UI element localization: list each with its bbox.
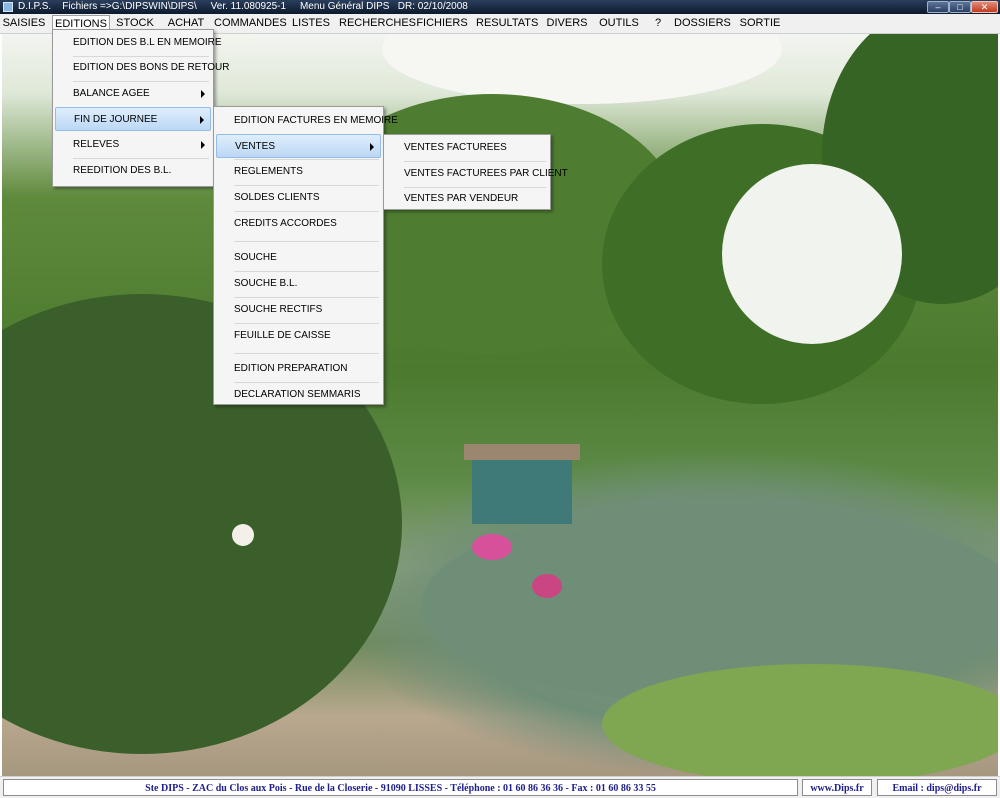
menu-item-fin-de-journee[interactable]: FIN DE JOURNEE [55, 107, 211, 131]
white-rose [232, 524, 254, 546]
menu-item-edition-bons-retour[interactable]: EDITION DES BONS DE RETOUR [55, 56, 230, 80]
menu-sortie[interactable]: SORTIE [738, 15, 782, 32]
menu-item-souche[interactable]: SOUCHE [216, 246, 381, 270]
menu-separator [234, 241, 379, 242]
window-title: D.I.P.S. Fichiers =>G:\DIPSWIN\DIPS\ Ver… [18, 1, 468, 12]
pink-flowers [472, 534, 512, 560]
menu-item-label: RELEVES [73, 139, 120, 150]
menu-item-souche-bl[interactable]: SOUCHE B.L. [216, 272, 381, 296]
menu-item-label: VENTES [235, 141, 276, 152]
menu-divers[interactable]: DIVERS [546, 15, 588, 32]
menu-outils[interactable]: OUTILS [598, 15, 640, 32]
menu-fichiers[interactable]: FICHIERS [416, 15, 468, 32]
menu-item-label: FIN DE JOURNEE [74, 114, 158, 125]
minimize-button[interactable]: – [927, 1, 949, 13]
submenu-arrow-icon [370, 143, 374, 151]
website-link[interactable]: www.Dips.fr [802, 779, 872, 796]
menu-item-feuille-de-caisse[interactable]: FEUILLE DE CAISSE [216, 324, 381, 348]
editions-menu: EDITION DES B.L EN MEMOIRE EDITION DES B… [52, 29, 230, 187]
menu-item-reedition-bl[interactable]: REEDITION DES B.L. [55, 159, 211, 183]
title-bar: D.I.P.S. Fichiers =>G:\DIPSWIN\DIPS\ Ver… [0, 0, 1000, 14]
menu-item-releves[interactable]: RELEVES [55, 133, 211, 157]
menu-item-credits-accordes[interactable]: CREDITS ACCORDES [216, 212, 381, 236]
menu-recherches[interactable]: RECHERCHES [339, 15, 416, 32]
menu-item-ventes[interactable]: VENTES [216, 134, 381, 158]
menu-listes[interactable]: LISTES [290, 15, 332, 32]
menu-item-balance-agee[interactable]: BALANCE AGEE [55, 82, 211, 106]
submenu-arrow-icon [201, 141, 205, 149]
duck-house-roof [464, 444, 580, 460]
submenu-arrow-icon [201, 90, 205, 98]
company-info: Ste DIPS - ZAC du Clos aux Pois - Rue de… [3, 779, 798, 796]
menu-item-edition-factures-memoire[interactable]: EDITION FACTURES EN MEMOIRE [216, 109, 398, 133]
menu-resultats[interactable]: RESULTATS [476, 15, 538, 32]
menu-item-declaration-semmaris[interactable]: DECLARATION SEMMARIS [216, 383, 381, 407]
menu-saisies[interactable]: SAISIES [2, 15, 46, 32]
menu-item-label: BALANCE AGEE [73, 88, 150, 99]
menu-item-reglements[interactable]: REGLEMENTS [216, 160, 381, 184]
sky-patch [382, 34, 782, 104]
status-bar: Ste DIPS - ZAC du Clos aux Pois - Rue de… [0, 776, 1000, 798]
close-button[interactable]: ✕ [971, 1, 998, 13]
menu-separator [234, 353, 379, 354]
email-link[interactable]: Email : dips@dips.fr [877, 779, 997, 796]
ventes-menu: VENTES FACTUREES VENTES FACTUREES PAR CL… [383, 134, 568, 211]
menu-item-souche-rectifs[interactable]: SOUCHE RECTIFS [216, 298, 381, 322]
menu-item-soldes-clients[interactable]: SOLDES CLIENTS [216, 186, 381, 210]
menu-item-edition-preparation[interactable]: EDITION PREPARATION [216, 357, 381, 381]
app-icon [3, 2, 13, 12]
submenu-arrow-icon [200, 116, 204, 124]
menu-help[interactable]: ? [650, 15, 666, 32]
menu-item-edition-bl-memoire[interactable]: EDITION DES B.L EN MEMOIRE [55, 31, 222, 55]
maximize-button[interactable]: □ [949, 1, 971, 13]
menu-dossiers[interactable]: DOSSIERS [674, 15, 731, 32]
duck-house [472, 454, 572, 524]
sky-gap [722, 164, 902, 344]
pink-flowers [532, 574, 562, 598]
menu-item-ventes-facturees[interactable]: VENTES FACTUREES [386, 136, 548, 160]
menu-item-ventes-facturees-par-client[interactable]: VENTES FACTUREES PAR CLIENT [386, 162, 568, 186]
menu-item-ventes-par-vendeur[interactable]: VENTES PAR VENDEUR [386, 187, 548, 211]
fin-de-journee-menu: EDITION FACTURES EN MEMOIRE VENTES REGLE… [213, 106, 398, 407]
menu-commandes[interactable]: COMMANDES [214, 15, 287, 32]
